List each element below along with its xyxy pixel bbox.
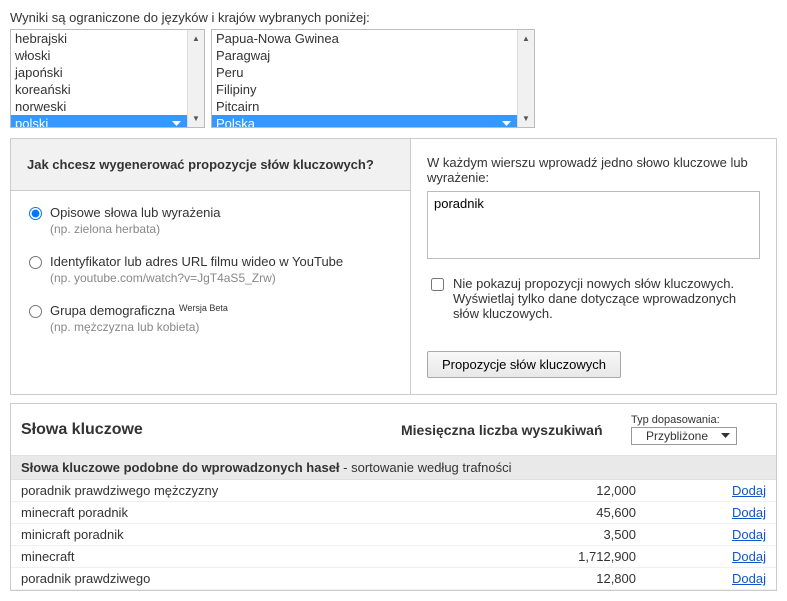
match-type-label: Typ dopasowania: <box>631 414 766 426</box>
list-item[interactable]: koreański <box>11 81 187 98</box>
keyword-cell: minecraft poradnik <box>21 505 486 520</box>
chevron-down-icon <box>721 433 730 439</box>
list-item[interactable]: Papua-Nowa Gwinea <box>212 30 517 47</box>
scrollbar-up-icon[interactable]: ▲ <box>188 30 204 47</box>
add-link[interactable]: Dodaj <box>732 505 766 520</box>
filter-selects: hebrajski włoski japoński koreański norw… <box>10 29 777 128</box>
keyword-cell: minecraft <box>21 549 486 564</box>
radio-option-demographic[interactable]: Grupa demograficznaWersja Beta (np. mężc… <box>29 303 392 334</box>
count-cell: 3,500 <box>486 527 666 542</box>
radio-label: Grupa demograficznaWersja Beta <box>50 303 228 318</box>
list-item[interactable]: hebrajski <box>11 30 187 47</box>
add-link[interactable]: Dodaj <box>732 571 766 586</box>
keyword-cell: poradnik prawdziwego <box>21 571 486 586</box>
radio-hint: (np. mężczyzna lub kobieta) <box>50 320 392 334</box>
country-select[interactable]: Papua-Nowa Gwinea Paragwaj Peru Filipiny… <box>211 29 535 128</box>
keyword-textarea[interactable] <box>427 191 760 259</box>
radio-hint: (np. youtube.com/watch?v=JgT4aS5_Zrw) <box>50 271 392 285</box>
list-item[interactable]: Pitcairn <box>212 98 517 115</box>
table-row: poradnik prawdziwego12,800 Dodaj <box>11 568 776 590</box>
keyword-cell: minicraft poradnik <box>21 527 486 542</box>
list-item[interactable]: japoński <box>11 64 187 81</box>
count-cell: 45,600 <box>486 505 666 520</box>
results-subheader: Słowa kluczowe podobne do wprowadzonych … <box>11 456 776 480</box>
add-link[interactable]: Dodaj <box>732 483 766 498</box>
keyword-cell: poradnik prawdziwego mężczyzny <box>21 483 486 498</box>
radio-input[interactable] <box>29 305 42 318</box>
col-searches: Miesięczna liczba wyszukiwań <box>401 422 631 438</box>
radio-option-descriptive[interactable]: Opisowe słowa lub wyrażenia (np. zielona… <box>29 205 392 236</box>
table-row: minecraft poradnik45,600 Dodaj <box>11 502 776 524</box>
count-cell: 12,800 <box>486 571 666 586</box>
radio-input[interactable] <box>29 256 42 269</box>
add-link[interactable]: Dodaj <box>732 549 766 564</box>
results-panel: Słowa kluczowe Miesięczna liczba wyszuki… <box>10 403 777 591</box>
submit-button[interactable]: Propozycje słów kluczowych <box>427 351 621 378</box>
list-item[interactable]: Paragwaj <box>212 47 517 64</box>
add-link[interactable]: Dodaj <box>732 527 766 542</box>
chevron-down-icon <box>502 121 511 127</box>
suppress-new-checkbox[interactable]: Nie pokazuj propozycji nowych słów klucz… <box>427 276 760 321</box>
scrollbar-down-icon[interactable]: ▼ <box>518 110 534 127</box>
list-item[interactable]: Polska <box>212 115 517 127</box>
list-item[interactable]: norweski <box>11 98 187 115</box>
table-row: minicraft poradnik3,500 Dodaj <box>11 524 776 546</box>
count-cell: 1,712,900 <box>486 549 666 564</box>
beta-badge: Wersja Beta <box>179 303 228 313</box>
table-row: poradnik prawdziwego mężczyzny12,000 Doda… <box>11 480 776 502</box>
generation-heading: Jak chcesz wygenerować propozycje słów k… <box>11 139 410 191</box>
checkbox-input[interactable] <box>431 278 444 291</box>
radio-label: Identyfikator lub adres URL filmu wideo … <box>50 254 343 269</box>
filter-summary: Wyniki są ograniczone do języków i krajó… <box>10 10 777 25</box>
language-select[interactable]: hebrajski włoski japoński koreański norw… <box>10 29 205 128</box>
checkbox-label: Nie pokazuj propozycji nowych słów klucz… <box>453 276 760 321</box>
options-panel: Jak chcesz wygenerować propozycje słów k… <box>10 138 777 395</box>
scrollbar[interactable]: ▲ ▼ <box>517 30 534 127</box>
count-cell: 12,000 <box>486 483 666 498</box>
list-item[interactable]: polski <box>11 115 187 127</box>
radio-hint: (np. zielona herbata) <box>50 222 392 236</box>
list-item[interactable]: Peru <box>212 64 517 81</box>
radio-label: Opisowe słowa lub wyrażenia <box>50 205 221 220</box>
list-item[interactable]: Filipiny <box>212 81 517 98</box>
chevron-down-icon <box>172 121 181 127</box>
scrollbar[interactable]: ▲ ▼ <box>187 30 204 127</box>
match-type-select[interactable]: Przybliżone <box>631 427 737 445</box>
table-row: minecraft1,712,900 Dodaj <box>11 546 776 568</box>
scrollbar-down-icon[interactable]: ▼ <box>188 110 204 127</box>
scrollbar-up-icon[interactable]: ▲ <box>518 30 534 47</box>
keyword-input-label: W każdym wierszu wprowadź jedno słowo kl… <box>427 155 760 185</box>
list-item[interactable]: włoski <box>11 47 187 64</box>
radio-input[interactable] <box>29 207 42 220</box>
results-header: Słowa kluczowe Miesięczna liczba wyszuki… <box>11 404 776 456</box>
col-keywords: Słowa kluczowe <box>21 421 401 439</box>
radio-option-youtube[interactable]: Identyfikator lub adres URL filmu wideo … <box>29 254 392 285</box>
